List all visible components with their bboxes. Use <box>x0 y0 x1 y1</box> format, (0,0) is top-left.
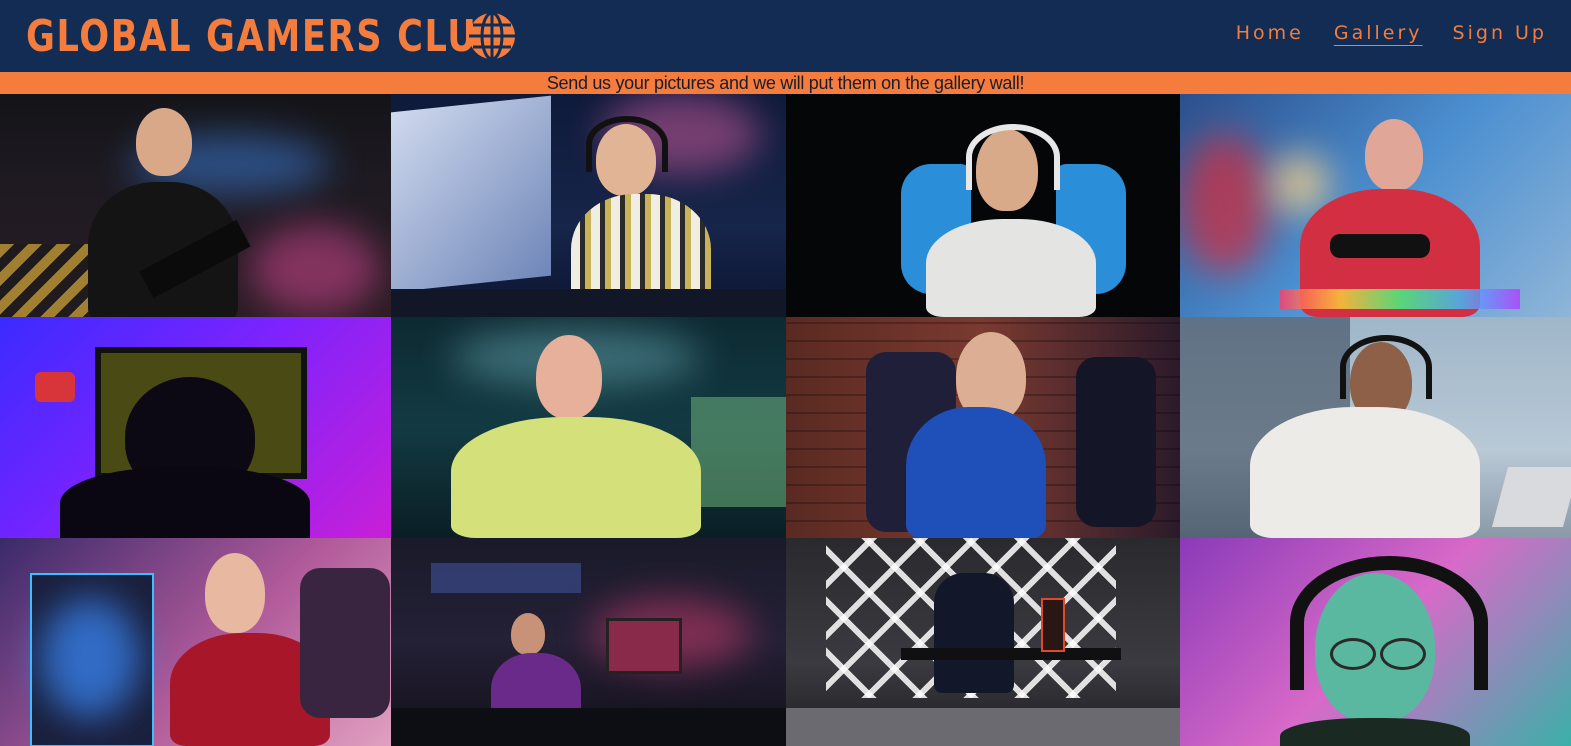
nav-signup-link[interactable]: Sign Up <box>1453 22 1547 44</box>
globe-icon <box>469 11 515 61</box>
gallery-photo-gamer-with-glasses[interactable] <box>1180 538 1571 746</box>
gallery-banner: Send us your pictures and we will put th… <box>0 72 1571 94</box>
site-header: GLOBAL GAMERS CLUB Home Gallery Sign Up <box>0 0 1571 72</box>
photo-gallery <box>0 94 1571 746</box>
main-nav: Home Gallery Sign Up <box>1236 22 1547 44</box>
gallery-photo-boy-with-headphones[interactable] <box>391 94 786 317</box>
gallery-photo-girl-with-headset[interactable] <box>0 538 391 746</box>
gallery-photo-shrugging-gamer[interactable] <box>391 317 786 538</box>
gallery-photo-man-with-keyboard[interactable] <box>0 94 391 317</box>
gallery-photo-smiling-gamer-laptop[interactable] <box>1180 317 1571 538</box>
gallery-photo-silhouette-gamer[interactable] <box>0 317 391 538</box>
nav-home-link[interactable]: Home <box>1236 22 1304 44</box>
gallery-photo-laughing-girl[interactable] <box>786 317 1180 538</box>
site-logo[interactable]: GLOBAL GAMERS CLUB <box>26 8 626 64</box>
gallery-photo-led-wall-chair[interactable] <box>786 538 1180 746</box>
gallery-photo-player-with-controller[interactable] <box>1180 94 1571 317</box>
gallery-photo-esports-arena[interactable] <box>391 538 786 746</box>
gallery-photo-kid-in-blue-chair[interactable] <box>786 94 1180 317</box>
nav-gallery-link[interactable]: Gallery <box>1334 22 1423 44</box>
site-title: GLOBAL GAMERS CLUB <box>26 10 506 62</box>
